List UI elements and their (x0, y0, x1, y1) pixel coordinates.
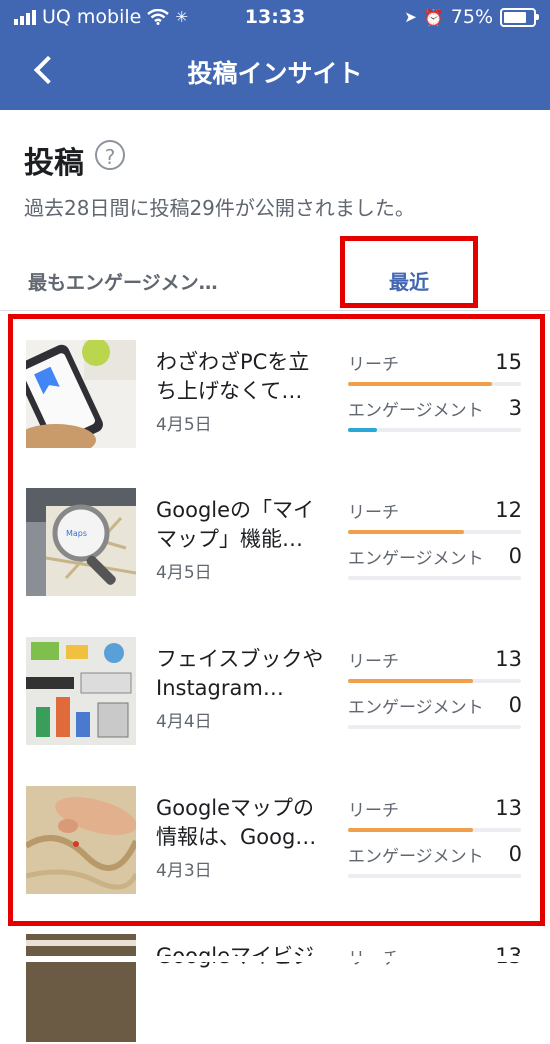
post-row[interactable]: Maps Googleの「マイマップ」機能… 4月5日 リーチ 12 エンゲージ… (26, 488, 536, 598)
post-date: 4月5日 (156, 563, 212, 583)
post-thumbnail (26, 340, 136, 448)
reach-label: リーチ (348, 355, 399, 375)
engagement-bar (348, 428, 378, 432)
post-thumbnail: Maps (26, 488, 136, 596)
section-subtitle: 過去28日間に投稿29件が公開されました。 (24, 196, 415, 220)
engagement-label: エンゲージメント (348, 549, 484, 569)
reach-bar (348, 679, 473, 683)
engagement-value: 0 (508, 544, 522, 568)
engagement-value: 3 (508, 396, 522, 420)
reach-bar (348, 530, 464, 534)
nav-bar: 投稿インサイト (0, 40, 550, 100)
post-thumbnail (26, 637, 136, 745)
help-icon[interactable]: ? (95, 140, 125, 170)
reach-value: 13 (495, 647, 522, 671)
status-bar: UQ mobile ✳ 13:33 ➤ ⏰ 75% (0, 0, 550, 36)
bottom-edge (0, 956, 550, 962)
post-date: 4月3日 (156, 861, 212, 881)
reach-label: リーチ (348, 801, 399, 821)
post-thumbnail (26, 934, 136, 1042)
engagement-label: エンゲージメント (348, 401, 484, 421)
reach-bar (348, 382, 492, 386)
reach-value: 15 (495, 350, 522, 374)
reach-value: 13 (495, 796, 522, 820)
post-row[interactable]: Googleマップの情報は、Goog… 4月3日 リーチ 13 エンゲージメント… (26, 786, 536, 896)
engagement-value: 0 (508, 842, 522, 866)
page-nav-title: 投稿インサイト (187, 59, 363, 88)
location-arrow-icon: ➤ (404, 8, 417, 26)
engagement-value: 0 (508, 693, 522, 717)
reach-bar-track (348, 382, 521, 386)
post-row[interactable]: わざわざPCを立ち上げなくて… 4月5日 リーチ 15 エンゲージメント 3 (26, 340, 536, 450)
engagement-label: エンゲージメント (348, 847, 484, 867)
post-row[interactable]: フェイスブックやInstagram… 4月4日 リーチ 13 エンゲージメント … (26, 637, 536, 747)
post-date: 4月5日 (156, 415, 212, 435)
tabs-divider (0, 310, 550, 311)
reach-bar-track (348, 679, 521, 683)
reach-bar-track (348, 530, 521, 534)
reach-bar (348, 828, 473, 832)
app-header: UQ mobile ✳ 13:33 ➤ ⏰ 75% 投稿インサイト (0, 0, 550, 110)
engagement-bar-track (348, 576, 521, 580)
engagement-bar-track (348, 428, 521, 432)
reach-label: リーチ (348, 652, 399, 672)
svg-text:Maps: Maps (66, 529, 87, 538)
post-date: 4月4日 (156, 712, 212, 732)
engagement-bar-track (348, 725, 521, 729)
alarm-icon: ⏰ (423, 7, 444, 27)
post-title: わざわざPCを立ち上げなくて… (156, 350, 310, 403)
post-title: Googleの「マイマップ」機能… (156, 498, 315, 551)
post-title: Googleマップの情報は、Goog… (156, 796, 317, 849)
reach-value: 12 (495, 498, 522, 522)
tab-top-engagement[interactable]: 最もエンゲージメン… (28, 268, 218, 295)
reach-bar-track (348, 828, 521, 832)
section-title: 投稿 (24, 146, 84, 181)
battery-percent: 75% (450, 6, 493, 28)
battery-icon (500, 7, 539, 27)
engagement-bar-track (348, 874, 521, 878)
post-thumbnail (26, 786, 136, 894)
engagement-label: エンゲージメント (348, 698, 484, 718)
reach-label: リーチ (348, 503, 399, 523)
post-title: フェイスブックやInstagram… (156, 647, 324, 700)
tab-recent[interactable]: 最近 (340, 236, 478, 308)
post-row[interactable]: Googleマイビジ リーチ 13 (26, 934, 536, 1044)
